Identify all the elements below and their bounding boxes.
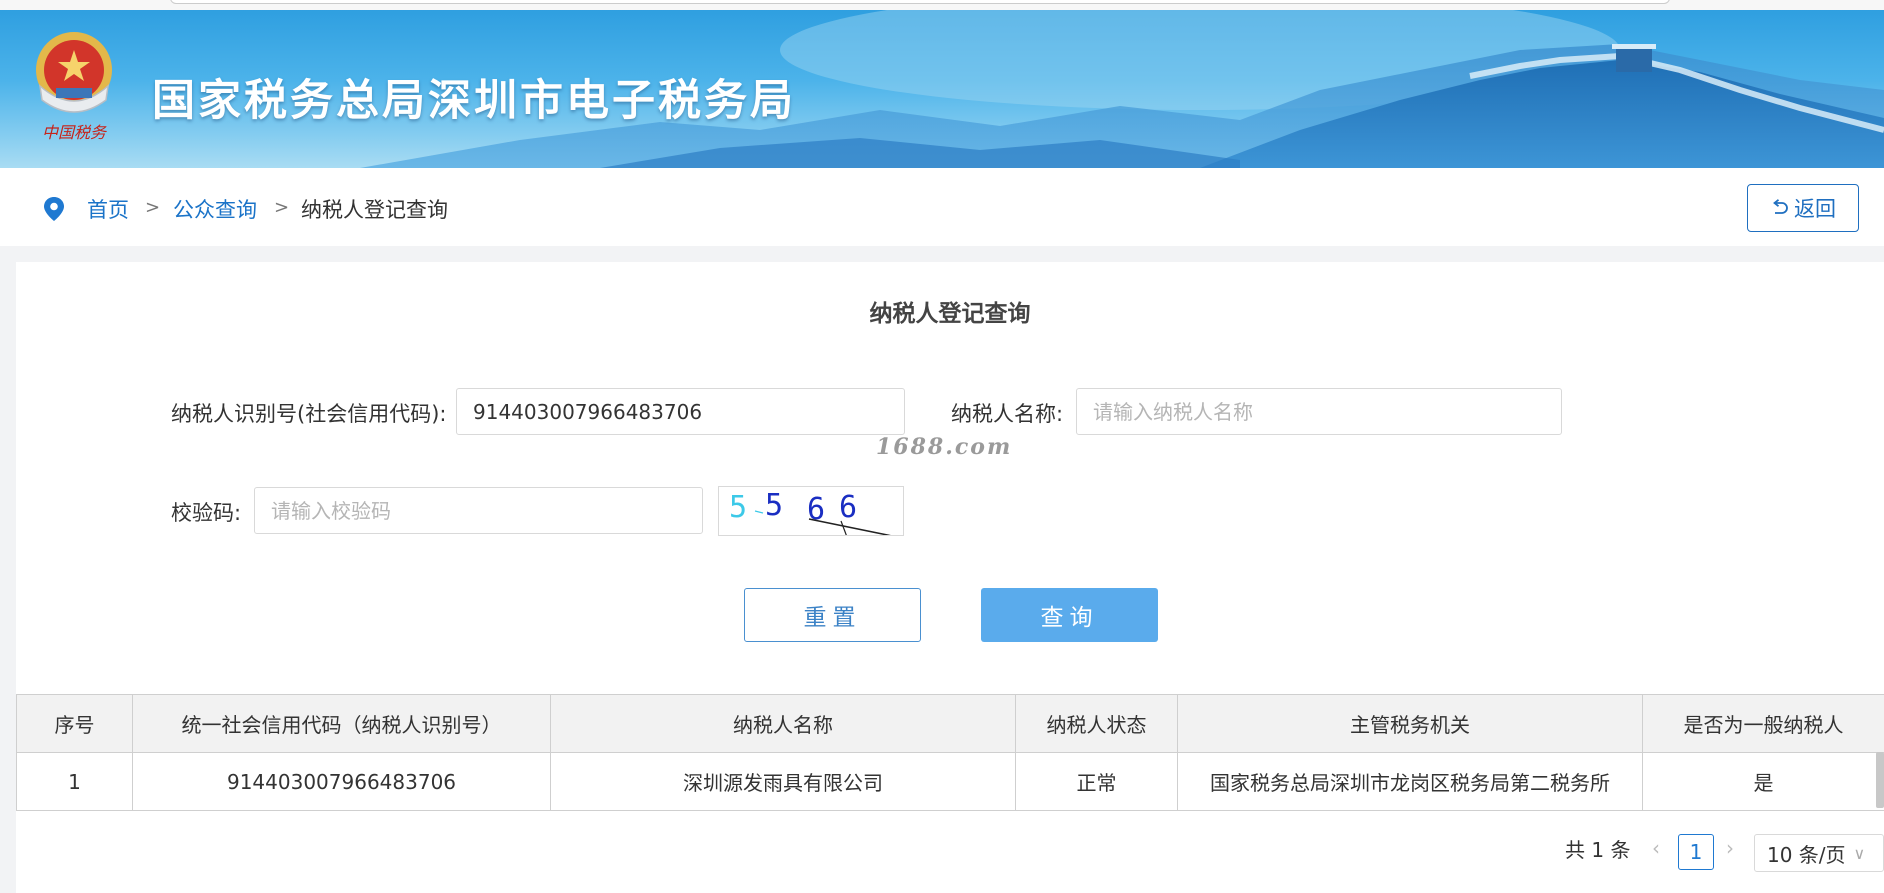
taxpayer-id-input[interactable] (456, 388, 905, 435)
page-title: 纳税人登记查询 (869, 301, 1031, 327)
breadcrumb-current: 纳税人登记查询 (301, 198, 448, 222)
breadcrumb-home-link[interactable]: 首页 (87, 194, 129, 224)
column-header: 序号 (16, 694, 133, 753)
breadcrumb-public-query-link[interactable]: 公众查询 (173, 194, 257, 224)
emblem-caption: 中国税务 (42, 123, 108, 142)
column-header: 纳税人状态 (1015, 694, 1178, 753)
captcha-graphic: 5 5 6 6 (729, 488, 891, 535)
address-bar-edge (170, 0, 1670, 4)
captcha-char: 5 (765, 488, 783, 523)
site-banner: 中国税务 国家税务总局深圳市电子税务局 (0, 10, 1884, 168)
table-cell-taxpayer-name: 深圳源发雨具有限公司 (550, 752, 1016, 811)
site-title: 国家税务总局深圳市电子税务局 (152, 76, 796, 126)
table-header-row: 序号 统一社会信用代码（纳税人识别号） 纳税人名称 纳税人状态 主管税务机关 是… (16, 694, 1884, 753)
page-number-button[interactable]: 1 (1678, 834, 1714, 870)
pagination-total: 共 1 条 (1565, 838, 1631, 862)
table-cell-general-taxpayer: 是 (1642, 752, 1884, 811)
taxpayer-name-label: 纳税人名称: (951, 402, 1064, 426)
page-size-select[interactable]: 10 条/页 ∨ (1754, 834, 1884, 872)
column-header: 主管税务机关 (1177, 694, 1643, 753)
table-cell-status: 正常 (1015, 752, 1178, 811)
table-cell-tax-authority: 国家税务总局深圳市龙岗区税务局第二税务所 (1177, 752, 1643, 811)
map-pin-icon (44, 197, 64, 221)
taxpayer-id-label: 纳税人识别号(社会信用代码): (171, 402, 447, 426)
page-size-value: 10 条/页 (1767, 842, 1846, 867)
table-scrollbar[interactable] (1876, 752, 1884, 808)
prev-page-chevron-icon[interactable]: ‹ (1652, 836, 1660, 860)
captcha-image[interactable]: 5 5 6 6 (718, 486, 904, 536)
back-button[interactable]: 返回 (1747, 184, 1859, 232)
taxpayer-name-input[interactable] (1076, 388, 1562, 435)
watermark: 1688.com (876, 434, 1013, 460)
chevron-down-icon: ∨ (1853, 843, 1866, 863)
breadcrumb-separator: > (145, 197, 161, 218)
column-header: 是否为一般纳税人 (1642, 694, 1884, 753)
tax-emblem-icon: 中国税务 (36, 32, 112, 142)
table-cell-index: 1 (16, 752, 133, 811)
captcha-char: 6 (839, 490, 857, 525)
captcha-char: 5 (729, 490, 747, 525)
table-row: 1 914403007966483706 深圳源发雨具有限公司 正常 国家税务总… (16, 752, 1884, 811)
captcha-input[interactable] (254, 487, 703, 534)
column-header: 纳税人名称 (550, 694, 1016, 753)
back-button-label: 返回 (1794, 198, 1836, 221)
reset-button[interactable]: 重置 (744, 588, 921, 642)
breadcrumb-separator: > (274, 197, 290, 218)
results-table: 序号 统一社会信用代码（纳税人识别号） 纳税人名称 纳税人状态 主管税务机关 是… (16, 694, 1884, 811)
column-header: 统一社会信用代码（纳税人识别号） (132, 694, 551, 753)
table-cell-credit-code: 914403007966483706 (132, 752, 551, 811)
next-page-chevron-icon[interactable]: › (1726, 836, 1734, 860)
captcha-label: 校验码: (171, 501, 242, 525)
undo-arrow-icon (1773, 199, 1788, 214)
browser-top-edge (0, 0, 1884, 10)
query-button[interactable]: 查询 (981, 588, 1158, 642)
